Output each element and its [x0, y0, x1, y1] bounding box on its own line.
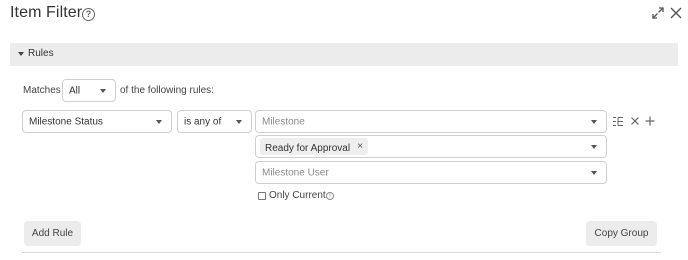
chevron-down-icon — [100, 88, 106, 93]
only-current-label[interactable]: Only Current — [269, 190, 326, 201]
chevron-down-icon — [591, 144, 597, 149]
milestone-select[interactable]: Milestone — [255, 110, 607, 133]
dialog-title: Item Filter — [10, 4, 83, 21]
close-icon[interactable] — [669, 6, 683, 20]
rules-section-header[interactable]: Rules — [10, 43, 678, 66]
chevron-down-icon — [156, 119, 162, 124]
title-bar: Item Filter ? — [0, 0, 688, 30]
milestone-value-select[interactable]: Ready for Approval × — [255, 135, 607, 158]
matches-label: Matches — [23, 85, 61, 96]
rule-field-select[interactable]: Milestone Status — [22, 110, 172, 133]
add-rule-icon[interactable] — [645, 116, 655, 126]
remove-rule-icon[interactable] — [630, 116, 640, 126]
caret-down-icon — [18, 52, 24, 56]
rule-operator-select[interactable]: is any of — [177, 110, 252, 133]
chevron-down-icon — [236, 119, 242, 124]
only-current-checkbox[interactable] — [258, 192, 266, 200]
milestone-user-select[interactable]: Milestone User — [255, 161, 607, 184]
info-icon[interactable]: i — [326, 192, 334, 200]
matches-select-value: All — [69, 85, 81, 96]
selected-tag: Ready for Approval × — [260, 138, 369, 155]
list-tree-icon[interactable] — [612, 116, 624, 127]
chevron-down-icon — [591, 119, 597, 124]
chevron-down-icon — [591, 170, 597, 175]
milestone-user-placeholder: Milestone User — [262, 167, 329, 178]
rule-field-value: Milestone Status — [29, 116, 103, 127]
divider — [22, 252, 661, 253]
milestone-placeholder: Milestone — [262, 116, 305, 127]
add-rule-button[interactable]: Add Rule — [24, 221, 81, 246]
copy-group-button[interactable]: Copy Group — [586, 221, 657, 246]
rules-section-label: Rules — [28, 48, 54, 59]
rule-operator-value: is any of — [184, 116, 222, 127]
selected-tag-label: Ready for Approval — [265, 143, 351, 154]
matches-select[interactable]: All — [62, 79, 116, 102]
tag-remove-icon[interactable]: × — [357, 138, 363, 155]
following-rules-label: of the following rules: — [120, 85, 214, 96]
help-icon[interactable]: ? — [82, 8, 95, 21]
expand-icon[interactable] — [651, 6, 665, 20]
